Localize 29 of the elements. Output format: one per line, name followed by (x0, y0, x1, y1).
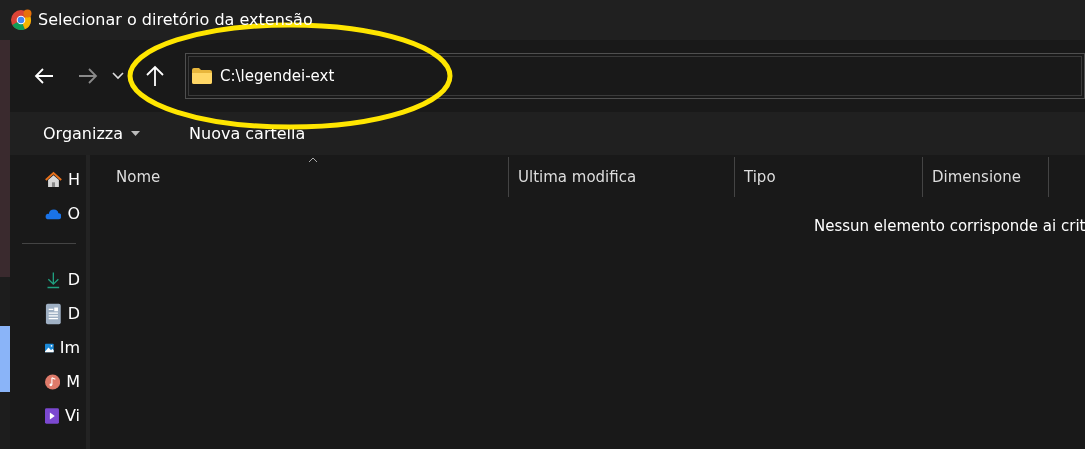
organize-menu-button[interactable]: Organizza (34, 121, 141, 146)
column-header[interactable]: Tipo (735, 155, 922, 199)
column-header[interactable]: Dimensione (923, 155, 1048, 199)
house-icon (45, 170, 62, 190)
up-arrow-icon (145, 65, 165, 87)
sidebar-item[interactable]: D (10, 297, 86, 331)
document-icon (45, 303, 62, 325)
sidebar-item[interactable]: D (10, 263, 86, 297)
download-icon (45, 270, 62, 290)
sort-ascending-icon (307, 157, 318, 163)
browser-logo-icon (10, 9, 32, 31)
back-arrow-icon (34, 66, 54, 86)
address-bar[interactable]: C:\legendei-ext (185, 53, 1085, 99)
cloud-icon (45, 207, 62, 221)
music-note-icon (45, 371, 61, 393)
column-header[interactable]: Ultima modifica (509, 155, 734, 199)
sidebar-item[interactable]: O (10, 197, 86, 231)
new-folder-button[interactable]: Nuova cartella (180, 121, 306, 146)
sidebar-item[interactable]: Vi (10, 399, 86, 433)
empty-folder-message: Nessun elemento corrisponde ai crit (814, 216, 1085, 237)
sidebar-item[interactable]: Im (10, 331, 86, 365)
chevron-down-icon (111, 72, 124, 80)
film-icon (45, 405, 59, 427)
sidebar-item[interactable]: M (10, 365, 86, 399)
sidebar-item[interactable]: H (10, 163, 86, 197)
folder-icon (192, 68, 212, 84)
column-header[interactable]: Nome (107, 155, 508, 199)
forward-arrow-icon (77, 66, 98, 86)
caret-icon (131, 131, 141, 136)
